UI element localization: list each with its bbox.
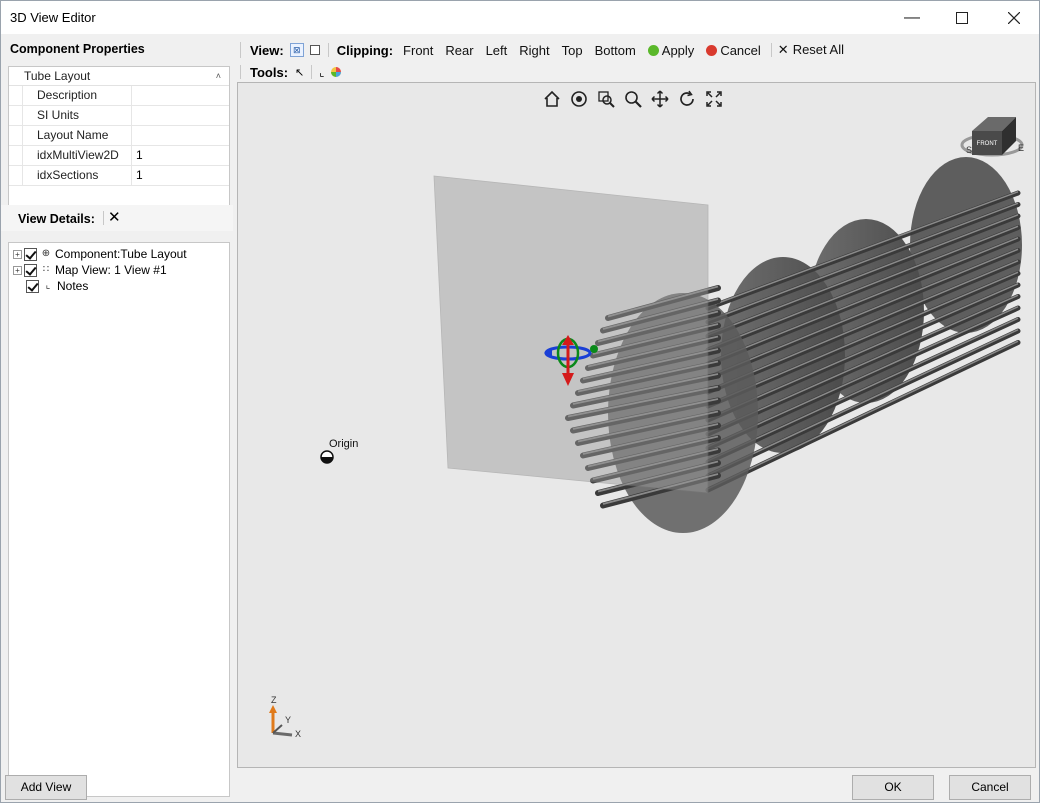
3d-scene: Origin Z Y X [269, 157, 1022, 739]
property-key: SI Units [22, 106, 132, 125]
tools-label: Tools: [250, 64, 289, 80]
property-key: idxMultiView2D [22, 146, 132, 165]
property-key: idxSections [22, 166, 132, 185]
properties-group-header[interactable]: Tube Layout ˄ [9, 67, 229, 86]
tree-item-label: Notes [57, 279, 89, 293]
color-wheel-icon[interactable] [330, 66, 342, 78]
cancel-icon [706, 44, 718, 56]
axis-y-label: Y [285, 715, 291, 725]
axis-x-label: X [295, 729, 301, 739]
axis-z-label: Z [271, 695, 277, 705]
minimize-button[interactable]: — [889, 1, 935, 34]
ok-button[interactable]: OK [852, 775, 934, 800]
component-properties-title: Component Properties [10, 42, 145, 56]
tree-item[interactable]: ⌞ Notes [13, 278, 88, 294]
tree-item-label: Map View: 1 View #1 [55, 263, 167, 277]
window: 3D View Editor — Component Properties Tu… [0, 0, 1040, 803]
clip-rear-button[interactable]: Rear [445, 43, 473, 58]
close-button[interactable] [991, 1, 1037, 34]
apply-label: Apply [661, 42, 695, 58]
visibility-checkbox[interactable] [26, 279, 39, 293]
property-row[interactable]: Layout Name [9, 126, 229, 146]
clip-top-button[interactable]: Top [562, 43, 583, 58]
clip-front-button[interactable]: Front [403, 43, 433, 58]
3d-viewport[interactable]: FRONT S E Origin Z Y X [237, 82, 1036, 768]
property-key: Layout Name [22, 126, 132, 145]
view-details-close-icon[interactable]: ✕ [108, 208, 121, 226]
expand-icon[interactable]: + [13, 249, 22, 259]
tree-item[interactable]: + ⊕ Component:Tube Layout [13, 246, 187, 262]
axis-triad: Z Y X [269, 695, 301, 739]
collapse-caret-icon[interactable]: ˄ [216, 67, 221, 86]
reset-x-icon: ✕ [777, 42, 789, 57]
properties-group-label: Tube Layout [24, 69, 91, 83]
maximize-button[interactable] [939, 1, 985, 34]
dialog-footer: Add View OK Cancel [1, 770, 1039, 803]
expand-icon[interactable]: + [13, 265, 22, 275]
cancel-clip-label: Cancel [720, 42, 761, 58]
view-details-title: View Details: [18, 212, 95, 226]
property-value[interactable] [132, 126, 229, 145]
toolbar-separator [311, 65, 313, 79]
window-title: 3D View Editor [10, 10, 96, 25]
origin-label: Origin [329, 438, 358, 450]
toolbar-separator [770, 43, 772, 57]
property-row[interactable]: idxSections 1 [9, 166, 229, 186]
reset-all-label: Reset All [792, 42, 844, 57]
property-value[interactable] [132, 106, 229, 125]
clipping-label: Clipping: [336, 42, 394, 58]
clip-right-button[interactable]: Right [519, 43, 549, 58]
minimize-icon: — [904, 8, 920, 26]
clip-left-button[interactable]: Left [486, 43, 508, 58]
view-details-separator [103, 211, 104, 225]
property-value[interactable] [132, 86, 229, 105]
clipping-plane[interactable] [433, 175, 709, 494]
clip-bottom-button[interactable]: Bottom [595, 43, 636, 58]
reset-all-button[interactable]: ✕ Reset All [778, 42, 844, 58]
view-ortho-icon[interactable] [309, 45, 320, 55]
select-pointer-icon[interactable]: ↖ [295, 66, 304, 79]
component-icon: ⊕ [41, 248, 51, 259]
toolbar-separator [327, 43, 329, 57]
apply-icon [647, 44, 659, 56]
view-toolbar: View: ⊠ Clipping: Front Rear Left Right Top B… [238, 39, 1033, 61]
map-icon: ∷ [42, 264, 50, 275]
property-row[interactable]: Description [9, 86, 229, 106]
tools-toolbar: Tools: ↖ ⌞ [238, 62, 1033, 82]
close-icon [1008, 11, 1020, 24]
note-tool-icon[interactable]: ⌞ [319, 66, 324, 79]
notes-icon: ⌞ [45, 280, 51, 291]
property-row[interactable]: idxMultiView2D 1 [9, 146, 229, 166]
toolbar-grip [240, 65, 241, 79]
visibility-checkbox[interactable] [24, 247, 37, 261]
cancel-clip-button[interactable]: Cancel [706, 42, 761, 58]
visibility-checkbox[interactable] [24, 263, 37, 277]
add-view-button[interactable]: Add View [5, 775, 87, 800]
property-key: Description [22, 86, 132, 105]
property-value[interactable]: 1 [132, 166, 229, 185]
cancel-button[interactable]: Cancel [949, 775, 1031, 800]
left-panel: Component Properties Tube Layout ˄ Descr… [1, 35, 235, 797]
view-details-header: View Details: ✕ [1, 205, 233, 231]
tree-item-label: Component:Tube Layout [55, 247, 187, 261]
view-details-tree: + ⊕ Component:Tube Layout + ∷ Map View: 1 Vie… [8, 242, 230, 797]
toolbar-grip [240, 42, 241, 58]
view-label: View: [250, 42, 284, 58]
property-row[interactable]: SI Units [9, 106, 229, 126]
title-bar: 3D View Editor — [1, 1, 1039, 34]
view-perspective-icon[interactable]: ⊠ [289, 43, 304, 57]
tree-item[interactable]: + ∷ Map View: 1 View #1 [13, 262, 167, 278]
apply-button[interactable]: Apply [647, 42, 695, 58]
maximize-icon [956, 11, 968, 24]
property-value[interactable]: 1 [132, 146, 229, 165]
